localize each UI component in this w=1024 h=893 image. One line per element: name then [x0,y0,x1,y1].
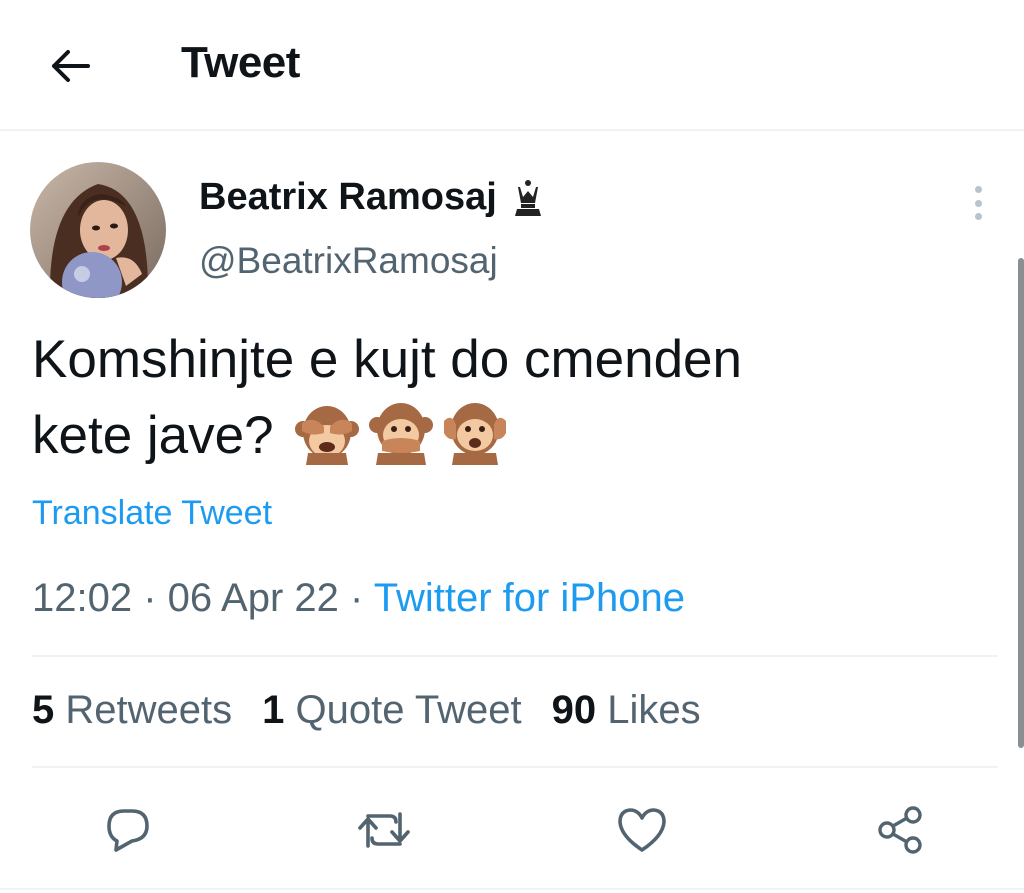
see-no-evil-monkey-icon [294,406,359,465]
tweet-stats: 5 Retweets 1 Quote Tweet 90 Likes [32,688,701,733]
tweet-source-link[interactable]: Twitter for iPhone [374,576,685,620]
tweet-time: 12:02 [32,576,133,620]
reply-button[interactable] [98,800,158,860]
retweets-stat[interactable]: 5 Retweets [32,688,232,733]
author-handle[interactable]: @BeatrixRamosaj [199,240,498,282]
scrollbar[interactable] [1018,258,1024,748]
top-bar: Tweet [0,0,1024,131]
avatar[interactable] [30,162,166,298]
dot-icon [974,213,982,220]
likes-count: 90 [551,688,597,732]
likes-stat[interactable]: 90 Likes [552,688,701,733]
tweet-detail-screen: Tweet Beatrix Ramosaj @BeatrixRamosaj Ko… [0,0,1024,893]
dot-icon [974,186,982,193]
quote-tweets-stat[interactable]: 1 Quote Tweet [262,688,521,733]
dot-icon [974,199,982,207]
back-button[interactable] [42,38,98,94]
chess-queen-icon [511,179,545,217]
like-icon [618,808,666,852]
reply-icon [107,809,149,852]
divider [32,766,998,768]
avatar-image [30,162,166,298]
tweet-text: Komshinjte e kujt do cmenden kete jave? [32,322,992,474]
tweet-text-line-2: kete jave? [32,398,992,474]
tweet-date: 06 Apr 22 [167,576,339,620]
author-name-text: Beatrix Ramosaj [199,176,497,218]
arrow-left-icon [52,50,90,82]
likes-label: Likes [607,688,701,732]
retweet-button[interactable] [354,800,414,860]
retweets-label: Retweets [65,688,233,732]
quotes-count: 1 [262,688,285,732]
translate-tweet-link[interactable]: Translate Tweet [32,494,272,533]
tweet-text-line-2-text: kete jave? [32,406,274,465]
tweet-text-line-1: Komshinjte e kujt do cmenden [32,330,743,389]
quotes-label: Quote Tweet [295,688,522,732]
hear-no-evil-monkey-icon [443,403,506,465]
more-options-button[interactable] [960,182,996,224]
emoji-group [294,399,508,465]
speak-no-evil-monkey-icon [368,403,433,465]
like-button[interactable] [612,800,672,860]
divider [0,888,1024,890]
tweet-meta: 12:02 · 06 Apr 22 · Twitter for iPhone [32,576,685,621]
retweet-icon [358,812,410,848]
share-icon [878,806,922,854]
action-bar [0,790,1024,870]
retweets-count: 5 [32,688,55,732]
share-button[interactable] [870,800,930,860]
meta-separator: · [338,576,374,620]
meta-separator: · [132,576,168,620]
author-name[interactable]: Beatrix Ramosaj [199,176,545,219]
divider [32,655,998,657]
page-title: Tweet [181,38,300,87]
